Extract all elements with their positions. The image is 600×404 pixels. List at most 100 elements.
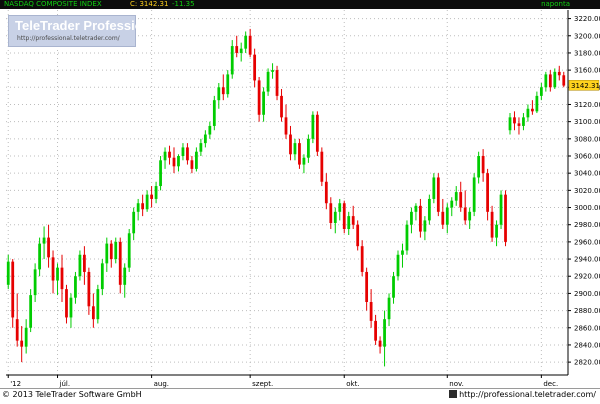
candle-body-up	[450, 200, 454, 208]
y-tick-label: 3180.00	[574, 49, 600, 57]
candle-body-up	[212, 100, 216, 126]
candle-body-down	[190, 160, 194, 169]
candle-body-up	[199, 143, 203, 152]
y-tick-label: 2840.00	[574, 341, 600, 349]
candle-body-up	[333, 211, 337, 223]
candle-body-up	[136, 203, 140, 212]
close-value: C: 3142.31	[130, 0, 169, 8]
candle-body-up	[414, 205, 418, 212]
candle-body-up	[132, 211, 136, 234]
candle-body-down	[360, 246, 364, 272]
candle-body-up	[522, 117, 525, 126]
y-tick-label: 3060.00	[574, 153, 600, 161]
candle-body-down	[548, 74, 552, 88]
y-tick-label: 3160.00	[574, 67, 600, 75]
y-tick-label: 3040.00	[574, 170, 600, 178]
candle-body-up	[302, 157, 306, 165]
y-tick-label: 2900.00	[574, 290, 600, 298]
period-label: napontа	[541, 0, 570, 8]
candle-body-up	[145, 194, 149, 210]
candle-body-up	[239, 48, 243, 53]
candle-body-up	[392, 276, 395, 298]
chart-area: 2820.00 2840.00 2860.00 2880.00 2900.00 2920.…	[0, 0, 600, 401]
x-tick-label: nov.	[449, 380, 464, 388]
y-tick-label: 3080.00	[574, 135, 600, 143]
candle-body-up	[56, 267, 59, 281]
candle-body-down	[257, 80, 261, 115]
candle-body-down	[531, 108, 534, 112]
candle-body-up	[539, 87, 543, 96]
candle-body-down	[15, 319, 19, 341]
candle-body-up	[445, 207, 449, 225]
candle-body-down	[11, 261, 15, 318]
candle-body-down	[60, 267, 64, 290]
candle-body-up	[271, 70, 274, 72]
x-tick-label: dec.	[543, 380, 558, 388]
candle-body-down	[329, 203, 333, 223]
candle-body-down	[378, 340, 382, 347]
candle-body-up	[69, 297, 73, 318]
candle-body-up	[387, 297, 391, 320]
candle-body-down	[51, 257, 55, 281]
candle-body-up	[6, 261, 10, 285]
candle-body-down	[459, 192, 463, 208]
candle-body-up	[230, 46, 234, 75]
candle-body-down	[513, 117, 516, 124]
candle-body-up	[499, 194, 503, 225]
candle-body-up	[181, 147, 185, 156]
y-tick-label: 2860.00	[574, 324, 600, 332]
copyright-text: © 2013 TeleTrader Software GmbH	[2, 390, 142, 399]
candle-body-down	[87, 271, 91, 307]
candle-body-down	[172, 157, 176, 167]
x-tick-label: júl.	[59, 380, 71, 388]
candle-body-up	[427, 198, 431, 221]
candle-body-up	[508, 117, 512, 131]
candle-body-down	[253, 54, 257, 81]
logo-name: TeleTrader Professional	[15, 18, 162, 33]
candle-body-down	[109, 243, 113, 260]
candle-body-down	[280, 95, 283, 118]
footer-bar: © 2013 TeleTrader Software GmbH http://p…	[0, 388, 600, 401]
y-tick-label: 3020.00	[574, 187, 600, 195]
candle-body-up	[405, 224, 409, 251]
candle-body-down	[557, 71, 561, 76]
y-tick-label: 3120.00	[574, 101, 600, 109]
candle-body-down	[20, 340, 24, 347]
candle-body-down	[504, 194, 507, 242]
candle-body-up	[105, 243, 109, 264]
candle-body-down	[315, 114, 319, 152]
candle-body-down	[83, 254, 86, 272]
candles	[6, 28, 566, 367]
candle-body-down	[320, 151, 324, 182]
chart-header-bar: NASDAQ COMPOSITE INDEX C: 3142.31 -11.35…	[0, 0, 600, 9]
candle-body-down	[463, 207, 467, 221]
candle-body-up	[29, 295, 33, 328]
price-axis: 2820.00 2840.00 2860.00 2880.00 2900.00 2920.…	[567, 10, 600, 375]
candle-body-up	[293, 143, 297, 155]
candle-body-down	[562, 75, 566, 86]
candle-body-down	[118, 241, 122, 285]
candle-body-down	[298, 143, 301, 165]
candle-body-up	[163, 151, 167, 161]
date-axis: '12júl.aug.szept.okt.nov.dec.'13	[6, 374, 568, 388]
candle-body-down	[365, 271, 369, 302]
candle-body-down	[168, 151, 171, 158]
candle-body-up	[74, 276, 77, 298]
footer-url[interactable]: http://professional.teletrader.com/	[449, 390, 596, 399]
y-tick-label: 2960.00	[574, 238, 600, 246]
candle-body-up	[553, 71, 557, 88]
candle-body-up	[396, 254, 400, 277]
candle-body-up	[114, 241, 118, 260]
candle-body-up	[33, 269, 37, 296]
candle-body-up	[127, 233, 131, 268]
y-tick-label: 3200.00	[574, 32, 600, 40]
candle-body-up	[78, 254, 82, 277]
candle-body-up	[410, 211, 413, 225]
candle-body-up	[100, 263, 104, 290]
candle-body-up	[307, 138, 310, 158]
candle-body-up	[423, 220, 427, 232]
candle-body-up	[203, 134, 207, 144]
candle-body-down	[517, 123, 521, 126]
candle-body-up	[495, 224, 498, 238]
candle-body-up	[195, 151, 198, 169]
